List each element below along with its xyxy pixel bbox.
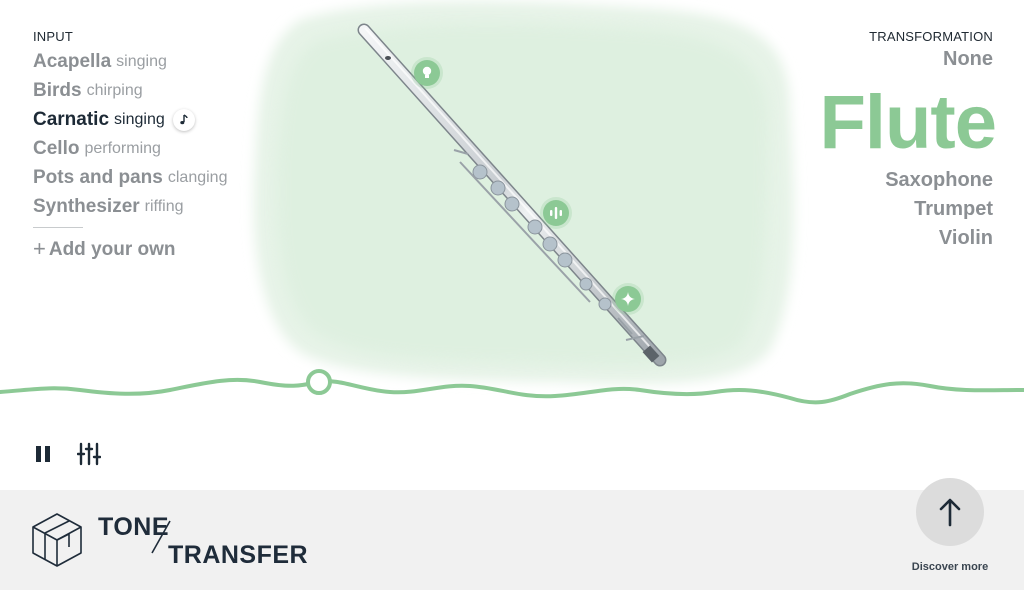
- input-panel: INPUT Acapella singing Birds chirping Ca…: [33, 29, 273, 262]
- input-item-verb: chirping: [86, 81, 143, 99]
- footer: TONE TRANSFER Discover more: [0, 478, 1024, 590]
- input-item-synthesizer[interactable]: Synthesizer riffing: [33, 192, 273, 221]
- input-item-cello[interactable]: Cello performing: [33, 134, 273, 163]
- transformation-item-none[interactable]: None: [819, 48, 993, 77]
- brand-line-2: TRANSFER: [168, 541, 309, 569]
- input-divider: [33, 227, 83, 228]
- input-item-name: Cello: [33, 137, 80, 159]
- input-item-verb: singing: [114, 110, 165, 128]
- discover-circle[interactable]: [916, 478, 984, 546]
- mixer-button[interactable]: [76, 441, 102, 467]
- tone-transfer-logo-icon: [32, 513, 82, 567]
- input-item-name: Carnatic: [33, 108, 110, 130]
- transformation-item-trumpet[interactable]: Trumpet: [819, 198, 993, 227]
- stage: INPUT Acapella singing Birds chirping Ca…: [0, 0, 1024, 490]
- sparkle-icon: [621, 292, 635, 306]
- mixer-sliders-icon: [77, 442, 101, 466]
- input-item-name: Birds: [33, 79, 82, 101]
- transformation-item-saxophone[interactable]: Saxophone: [819, 169, 993, 198]
- lightbulb-icon: [422, 66, 432, 78]
- flute-image: [357, 23, 667, 367]
- lightbulb-hotspot[interactable]: [414, 60, 440, 86]
- audio-bars-icon: [550, 207, 562, 219]
- playhead-scrubber[interactable]: [306, 369, 332, 395]
- input-item-verb: riffing: [144, 197, 184, 215]
- input-list: Acapella singing Birds chirping Carnatic…: [33, 47, 273, 221]
- transformation-item-violin[interactable]: Violin: [819, 227, 993, 256]
- input-section-label: INPUT: [33, 29, 73, 44]
- sparkle-hotspot[interactable]: [615, 286, 641, 312]
- discover-more-label: Discover more: [911, 561, 989, 573]
- transformation-item-flute[interactable]: Flute: [819, 79, 997, 167]
- pause-icon: [36, 446, 50, 462]
- arrow-up-icon: [939, 498, 961, 527]
- add-your-own-label: Add your own: [48, 239, 176, 260]
- input-item-acapella[interactable]: Acapella singing: [33, 47, 273, 76]
- transformation-section-label: TRANSFORMATION: [869, 29, 993, 44]
- plus-icon: +: [33, 236, 46, 261]
- input-item-verb: singing: [116, 52, 167, 70]
- pause-button[interactable]: [30, 441, 56, 467]
- discover-more-button[interactable]: Discover more: [905, 478, 995, 573]
- input-item-name: Synthesizer: [33, 195, 140, 217]
- input-item-name: Pots and pans: [33, 166, 163, 188]
- input-item-carnatic[interactable]: Carnatic singing: [33, 105, 273, 134]
- input-item-verb: performing: [84, 139, 161, 157]
- player-controls: [30, 441, 102, 467]
- audio-waveform[interactable]: [0, 360, 1024, 420]
- add-your-own-button[interactable]: + Add your own: [33, 236, 273, 262]
- input-item-verb: clanging: [167, 168, 228, 186]
- transformation-list: None Flute Saxophone Trumpet Violin: [819, 48, 997, 256]
- input-item-pots-and-pans[interactable]: Pots and pans clanging: [33, 163, 273, 192]
- music-note-icon: [172, 108, 195, 131]
- input-item-birds[interactable]: Birds chirping: [33, 76, 273, 105]
- transformation-panel: TRANSFORMATION None Flute Saxophone Trum…: [819, 29, 997, 256]
- input-item-name: Acapella: [33, 50, 112, 72]
- audio-hotspot[interactable]: [543, 200, 569, 226]
